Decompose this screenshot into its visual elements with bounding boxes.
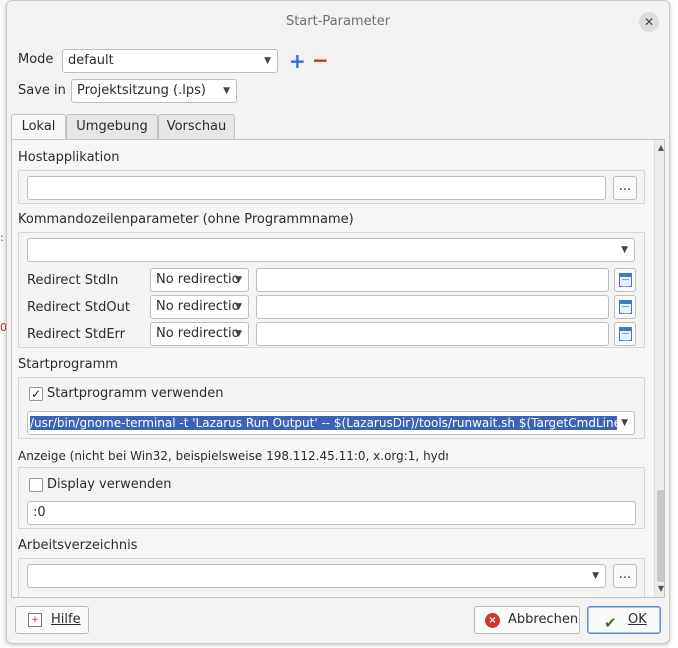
file-browse-icon — [619, 300, 632, 314]
title-bar: Start-Parameter ✕ — [7, 1, 669, 43]
mode-value: default — [68, 53, 114, 68]
launcher-command-value: /usr/bin/gnome-terminal -t 'Lazarus Run … — [30, 416, 626, 430]
file-browse-icon — [619, 273, 632, 287]
working-directory-combo[interactable]: ▼ — [27, 564, 606, 588]
scroll-up-icon[interactable]: ▲ — [655, 142, 664, 154]
remove-mode-button[interactable]: − — [312, 50, 329, 70]
help-button[interactable]: + Hilfe — [15, 606, 89, 634]
tab-vorschau[interactable]: Vorschau — [158, 114, 235, 139]
chevron-down-icon: ▼ — [235, 275, 242, 285]
use-launcher-label: Startprogramm verwenden — [47, 386, 224, 401]
cmdline-combo[interactable]: ▼ — [27, 238, 635, 262]
panel-scrollbar[interactable]: ▲ ▼ — [654, 140, 664, 597]
redirect-stdin-browse-button[interactable] — [614, 268, 636, 292]
close-icon: ✕ — [643, 15, 655, 29]
cancel-icon: × — [485, 613, 500, 628]
redirect-stdin-label: Redirect StdIn — [27, 273, 119, 288]
tab-label: Umgebung — [76, 119, 148, 134]
redirect-stdout-dropdown[interactable]: No redirectio ▼ — [150, 295, 249, 319]
scroll-down-icon[interactable]: ▼ — [655, 583, 664, 595]
host-application-label: Hostapplikation — [18, 150, 120, 165]
redirect-stderr-browse-button[interactable] — [614, 322, 636, 346]
cmdline-group: ▼ Redirect StdIn No redirectio ▼ Redirec… — [18, 232, 645, 348]
redirect-stderr-path-input[interactable] — [256, 322, 609, 346]
save-in-label: Save in — [18, 83, 66, 98]
cmdline-label: Kommandozeilenparameter (ohne Programmna… — [18, 212, 354, 227]
chevron-down-icon: ▼ — [235, 329, 242, 339]
redirect-stderr-dropdown[interactable]: No redirectio ▼ — [150, 322, 249, 346]
mode-dropdown[interactable]: default ▼ — [62, 49, 278, 73]
display-label: Anzeige (nicht bei Win32, beispielsweise… — [18, 449, 448, 463]
redirect-stdin-path-input[interactable] — [256, 268, 609, 292]
redirect-stdout-path-input[interactable] — [256, 295, 609, 319]
use-launcher-checkbox[interactable]: ✓ — [29, 387, 43, 401]
display-input[interactable]: :0 — [27, 501, 636, 525]
redirect-stdin-dropdown[interactable]: No redirectio ▼ — [150, 268, 249, 292]
save-in-value: Projektsitzung (.lps) — [77, 83, 206, 98]
launcher-label: Startprogramm — [18, 357, 118, 372]
tab-lokal[interactable]: Lokal — [11, 114, 66, 140]
tab-label: Lokal — [21, 119, 56, 134]
ok-button-label: OK — [628, 612, 647, 627]
help-icon: + — [28, 613, 42, 627]
working-directory-label: Arbeitsverzeichnis — [18, 538, 138, 553]
redirect-stdout-browse-button[interactable] — [614, 295, 636, 319]
dialog-title: Start-Parameter — [285, 14, 391, 29]
use-display-label: Display verwenden — [47, 477, 172, 492]
chevron-down-icon: ▼ — [621, 245, 628, 255]
use-display-checkbox[interactable] — [29, 478, 43, 492]
redirect-stderr-label: Redirect StdErr — [27, 327, 126, 342]
start-parameters-dialog: Start-Parameter ✕ Mode default ▼ + − Sav… — [6, 0, 670, 644]
working-directory-browse-button[interactable]: ... — [613, 564, 637, 588]
cancel-button[interactable]: × Abbrechen — [474, 606, 580, 634]
chevron-down-icon: ▼ — [235, 302, 242, 312]
ok-icon: ✔ — [604, 614, 617, 632]
redirect-stdout-label: Redirect StdOut — [27, 300, 130, 315]
redirect-stdin-mode: No redirectio — [156, 272, 240, 287]
tab-panel-lokal: Hostapplikation ... Kommandozeilenparame… — [11, 139, 665, 598]
chevron-down-icon: ▼ — [592, 571, 599, 581]
tab-umgebung[interactable]: Umgebung — [66, 114, 158, 139]
chevron-down-icon: ▼ — [617, 412, 628, 434]
launcher-group: ✓ Startprogramm verwenden /usr/bin/gnome… — [18, 377, 645, 439]
close-button[interactable]: ✕ — [639, 12, 659, 32]
display-value: :0 — [33, 505, 46, 520]
host-browse-button[interactable]: ... — [613, 176, 637, 200]
host-application-group: ... — [18, 170, 645, 204]
display-group: Display verwenden :0 — [18, 467, 645, 529]
host-application-input[interactable] — [27, 176, 606, 200]
chevron-down-icon: ▼ — [223, 86, 230, 96]
ok-button[interactable]: ✔ OK — [587, 606, 661, 634]
tab-label: Vorschau — [166, 119, 227, 134]
chevron-down-icon: ▼ — [264, 56, 271, 66]
launcher-command-combo[interactable]: /usr/bin/gnome-terminal -t 'Lazarus Run … — [27, 411, 635, 435]
redirect-stdout-mode: No redirectio — [156, 299, 240, 314]
working-directory-group: ▼ ... — [18, 558, 645, 597]
help-button-label: Hilfe — [51, 612, 81, 627]
cancel-button-label: Abbrechen — [508, 612, 579, 627]
redirect-stderr-mode: No redirectio — [156, 326, 240, 341]
scrollbar-thumb[interactable] — [657, 490, 664, 582]
add-mode-button[interactable]: + — [289, 51, 306, 71]
file-browse-icon — [619, 327, 632, 341]
save-in-dropdown[interactable]: Projektsitzung (.lps) ▼ — [71, 79, 237, 103]
mode-label: Mode — [18, 52, 54, 67]
